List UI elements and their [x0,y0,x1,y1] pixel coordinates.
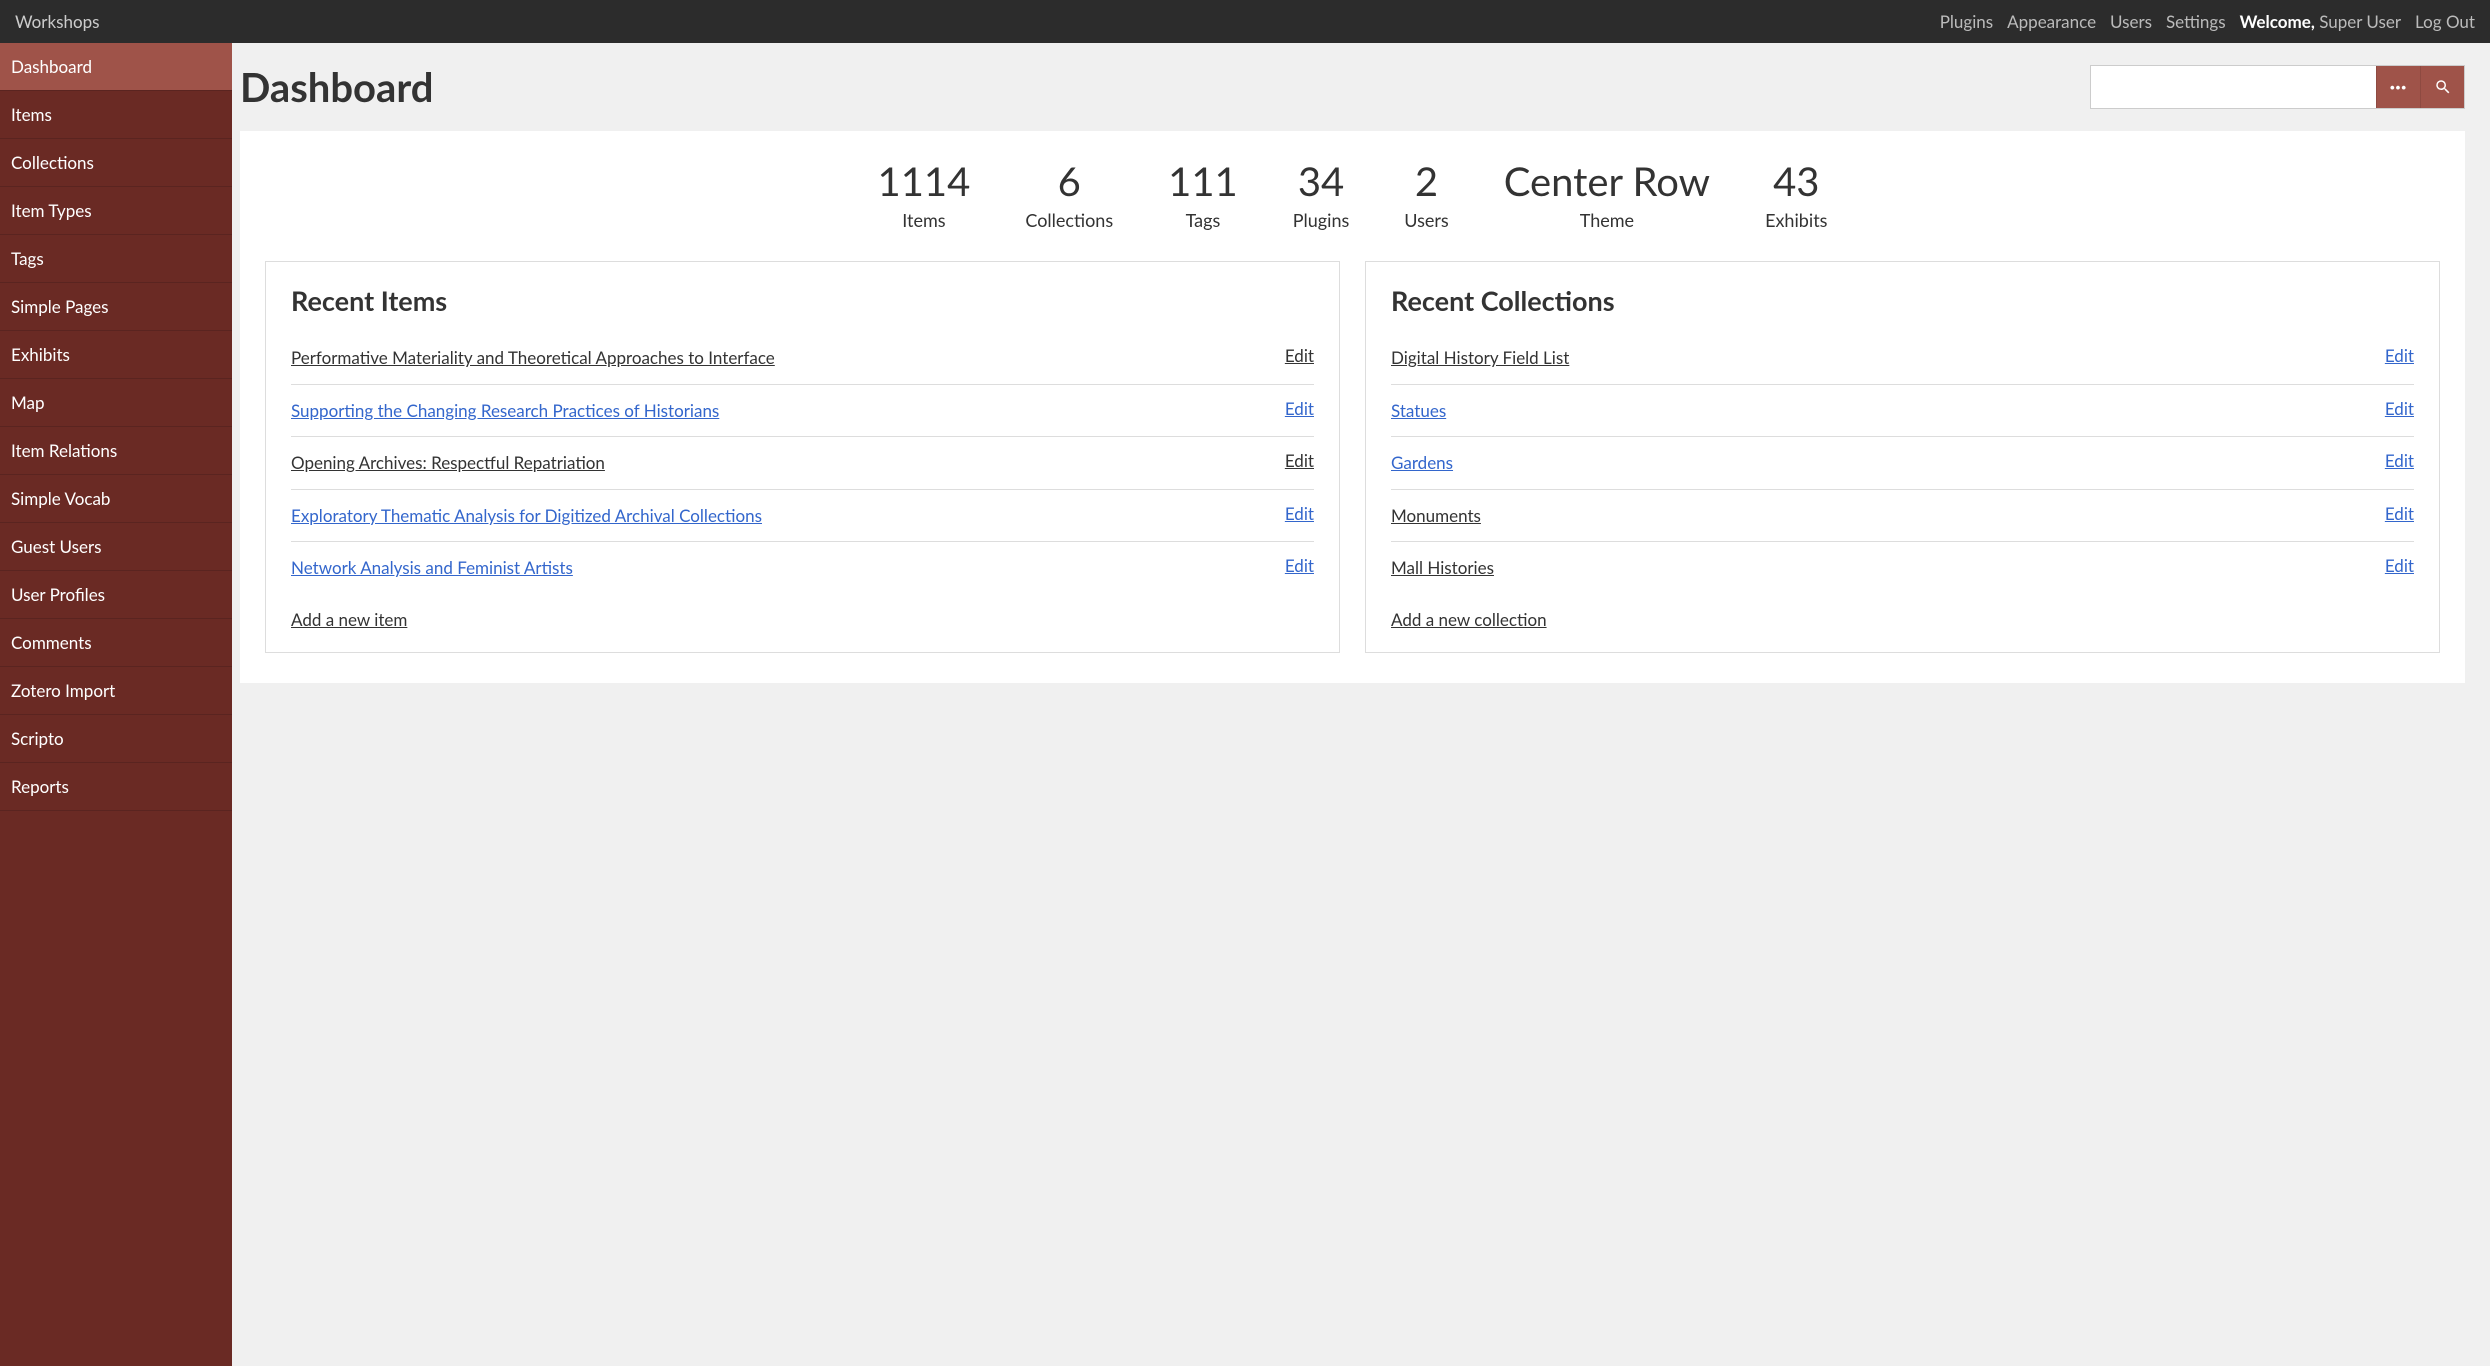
sidebar-item-items[interactable]: Items [0,91,232,139]
welcome-text: Welcome, Super User [2240,11,2401,32]
recent-items-heading: Recent Items [291,284,1314,317]
stat-value: Center Row [1504,161,1710,201]
welcome-prefix: Welcome, [2240,11,2315,32]
search-icon [2434,78,2452,96]
search-group: ••• [2090,65,2465,109]
sidebar-item-comments[interactable]: Comments [0,619,232,667]
panels: Recent Items Performative Materiality an… [265,261,2440,653]
list-item: Gardens Edit [1391,437,2414,490]
stats-row: 1114 Items 6 Collections 111 Tags 34 Plugins 2 Us… [265,161,2440,231]
collection-title-link[interactable]: Mall Histories [1391,555,1494,581]
stat-theme[interactable]: Center Row Theme [1504,161,1710,231]
list-item: Digital History Field List Edit [1391,332,2414,385]
list-item: Opening Archives: Respectful Repatriatio… [291,437,1314,490]
sidebar-item-collections[interactable]: Collections [0,139,232,187]
collection-title-link[interactable]: Statues [1391,398,1446,424]
sidebar-item-item-types[interactable]: Item Types [0,187,232,235]
site-title-link[interactable]: Workshops [15,11,99,32]
search-submit-button[interactable] [2420,66,2464,108]
item-title-link[interactable]: Exploratory Thematic Analysis for Digiti… [291,503,762,529]
sidebar-item-reports[interactable]: Reports [0,763,232,811]
sidebar-item-zotero-import[interactable]: Zotero Import [0,667,232,715]
topbar-right: Plugins Appearance Users Settings Welcom… [1940,11,2475,32]
add-new-item-link[interactable]: Add a new item [291,609,407,630]
item-title-link[interactable]: Opening Archives: Respectful Repatriatio… [291,450,605,476]
topnav-users[interactable]: Users [2110,11,2152,32]
list-item: Monuments Edit [1391,490,2414,543]
topnav-appearance[interactable]: Appearance [2007,11,2096,32]
stat-value: 1114 [878,161,971,201]
stat-tags[interactable]: 111 Tags [1168,161,1238,231]
item-title-link[interactable]: Supporting the Changing Research Practic… [291,398,719,424]
list-item: Mall Histories Edit [1391,542,2414,594]
stat-items[interactable]: 1114 Items [878,161,971,231]
stat-label: Collections [1025,209,1113,231]
collection-edit-link[interactable]: Edit [2385,398,2414,419]
sidebar-item-guest-users[interactable]: Guest Users [0,523,232,571]
stat-plugins[interactable]: 34 Plugins [1293,161,1350,231]
item-edit-link[interactable]: Edit [1285,450,1314,471]
page-title: Dashboard [240,63,433,111]
item-edit-link[interactable]: Edit [1285,555,1314,576]
list-item: Exploratory Thematic Analysis for Digiti… [291,490,1314,543]
recent-collections-heading: Recent Collections [1391,284,2414,317]
collection-edit-link[interactable]: Edit [2385,555,2414,576]
stat-label: Theme [1504,209,1710,231]
recent-collections-panel: Recent Collections Digital History Field… [1365,261,2440,653]
sidebar-item-map[interactable]: Map [0,379,232,427]
stat-value: 111 [1168,161,1238,201]
stat-exhibits[interactable]: 43 Exhibits [1765,161,1827,231]
item-edit-link[interactable]: Edit [1285,398,1314,419]
sidebar-item-scripto[interactable]: Scripto [0,715,232,763]
topnav-settings[interactable]: Settings [2166,11,2226,32]
collection-title-link[interactable]: Digital History Field List [1391,345,1569,371]
logout-link[interactable]: Log Out [2415,11,2475,32]
recent-items-panel: Recent Items Performative Materiality an… [265,261,1340,653]
add-new-collection-link[interactable]: Add a new collection [1391,609,1547,630]
sidebar-item-dashboard[interactable]: Dashboard [0,43,232,91]
sidebar-item-exhibits[interactable]: Exhibits [0,331,232,379]
stat-users[interactable]: 2 Users [1404,161,1448,231]
stat-label: Items [878,209,971,231]
item-title-link[interactable]: Network Analysis and Feminist Artists [291,555,573,581]
sidebar-item-user-profiles[interactable]: User Profiles [0,571,232,619]
stat-value: 6 [1025,161,1113,201]
topbar-left: Workshops [15,11,99,32]
stat-label: Tags [1168,209,1238,231]
topbar: Workshops Plugins Appearance Users Setti… [0,0,2490,43]
list-item: Supporting the Changing Research Practic… [291,385,1314,438]
sidebar-item-simple-vocab[interactable]: Simple Vocab [0,475,232,523]
item-title-link[interactable]: Performative Materiality and Theoretical… [291,345,775,371]
sidebar-item-simple-pages[interactable]: Simple Pages [0,283,232,331]
stat-value: 2 [1404,161,1448,201]
stat-value: 34 [1293,161,1350,201]
ellipsis-icon: ••• [2390,80,2407,95]
sidebar-item-item-relations[interactable]: Item Relations [0,427,232,475]
collection-edit-link[interactable]: Edit [2385,345,2414,366]
stat-label: Plugins [1293,209,1350,231]
collection-title-link[interactable]: Gardens [1391,450,1453,476]
collection-edit-link[interactable]: Edit [2385,450,2414,471]
search-advanced-button[interactable]: ••• [2376,66,2420,108]
sidebar-item-tags[interactable]: Tags [0,235,232,283]
topnav-plugins[interactable]: Plugins [1940,11,1993,32]
main-content: Dashboard ••• 1114 Items 6 Collections 111 Ta… [232,43,2490,1366]
list-item: Statues Edit [1391,385,2414,438]
search-input[interactable] [2091,66,2376,108]
content-wrap: 1114 Items 6 Collections 111 Tags 34 Plugins 2 Us… [240,131,2465,683]
collection-title-link[interactable]: Monuments [1391,503,1481,529]
item-edit-link[interactable]: Edit [1285,503,1314,524]
list-item: Performative Materiality and Theoretical… [291,332,1314,385]
page-header: Dashboard ••• [232,43,2490,131]
welcome-user: Super User [2319,11,2401,32]
stat-value: 43 [1765,161,1827,201]
stat-label: Users [1404,209,1448,231]
sidebar: DashboardItemsCollectionsItem TypesTagsS… [0,43,232,1366]
collection-edit-link[interactable]: Edit [2385,503,2414,524]
list-item: Network Analysis and Feminist Artists Edi… [291,542,1314,594]
stat-collections[interactable]: 6 Collections [1025,161,1113,231]
stat-label: Exhibits [1765,209,1827,231]
item-edit-link[interactable]: Edit [1285,345,1314,366]
